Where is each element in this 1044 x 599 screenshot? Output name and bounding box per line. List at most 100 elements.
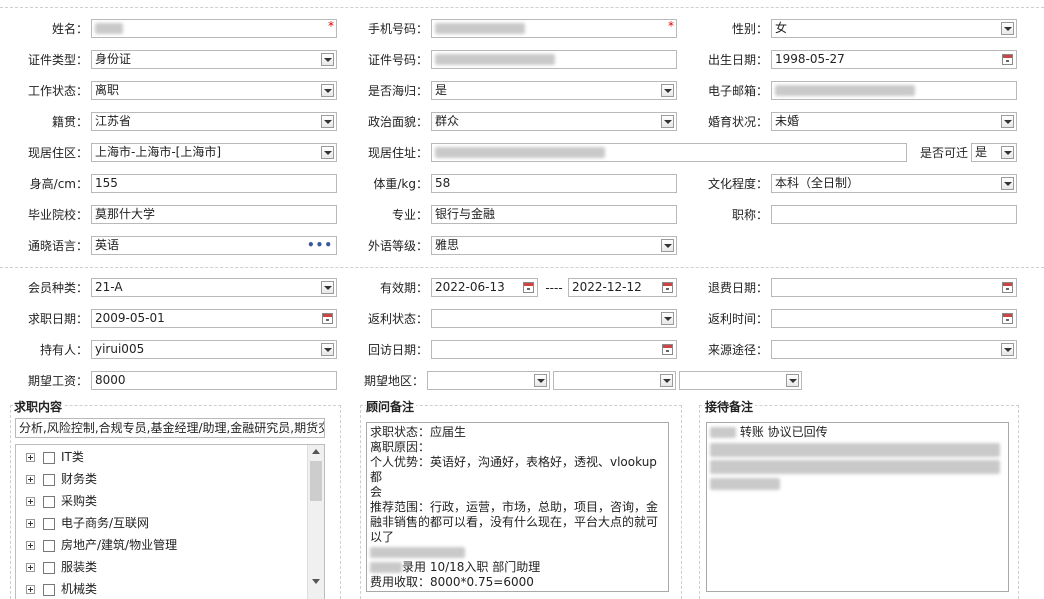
height-input[interactable]: 155 [91, 174, 337, 193]
expand-icon[interactable] [26, 563, 35, 572]
checkbox[interactable] [43, 561, 55, 574]
id-number-input[interactable] [431, 50, 677, 69]
calendar-icon[interactable] [1002, 313, 1013, 324]
email-input[interactable] [771, 81, 1017, 100]
overseas-label: 是否海归： [367, 84, 428, 98]
consultant-notes-textarea[interactable]: 求职状态：应届生 离职原因： 个人优势：英语好，沟通好，表格好，透视、vlook… [366, 422, 669, 592]
phone-input[interactable]: * [431, 19, 677, 38]
language-input[interactable]: 英语 ••• [91, 236, 337, 255]
checkbox[interactable] [43, 539, 55, 552]
member-type-select[interactable]: 21-A [91, 278, 337, 297]
expand-icon[interactable] [26, 541, 35, 550]
reception-notes-textarea[interactable]: 转账 协议已回传 [706, 422, 1009, 592]
checkbox[interactable] [43, 583, 55, 596]
school-input[interactable]: 莫那什大学 [91, 205, 337, 224]
tree-scrollbar[interactable] [307, 445, 324, 599]
chevron-down-icon[interactable] [321, 115, 334, 128]
relocatable-select[interactable]: 是 [971, 143, 1017, 162]
more-icon[interactable]: ••• [307, 237, 333, 254]
expand-icon[interactable] [26, 519, 35, 528]
expected-area-province-select[interactable] [427, 371, 550, 390]
language-level-select[interactable]: 雅思 [431, 236, 677, 255]
native-place-select[interactable]: 江苏省 [91, 112, 337, 131]
checkbox[interactable] [43, 473, 55, 486]
expand-icon[interactable] [26, 497, 35, 506]
note-line: 录用 10/18入职 部门助理 [370, 560, 665, 575]
calendar-icon[interactable] [662, 282, 673, 293]
tree-item-label: 房地产/建筑/物业管理 [61, 538, 178, 552]
calendar-icon[interactable] [322, 313, 333, 324]
current-address-input[interactable] [431, 143, 907, 162]
expected-area-district-select[interactable] [679, 371, 802, 390]
tree-item-ecommerce[interactable]: 电子商务/互联网 [26, 513, 149, 533]
current-area-select[interactable]: 上海市-上海市-[上海市] [91, 143, 337, 162]
scroll-down-icon[interactable] [312, 579, 320, 584]
source-select[interactable] [771, 340, 1017, 359]
tree-item-finance[interactable]: 财务类 [26, 469, 97, 489]
chevron-down-icon[interactable] [321, 53, 334, 66]
chevron-down-icon[interactable] [1001, 343, 1014, 356]
validity-start-input[interactable]: 2022-06-13 [431, 278, 538, 297]
source-label: 来源途径： [707, 343, 768, 357]
overseas-select[interactable]: 是 [431, 81, 677, 100]
chevron-down-icon[interactable] [321, 84, 334, 97]
checkbox[interactable] [43, 495, 55, 508]
chevron-down-icon[interactable] [321, 146, 334, 159]
tree-item-purchasing[interactable]: 采购类 [26, 491, 97, 511]
title-input[interactable] [771, 205, 1017, 224]
chevron-down-icon[interactable] [661, 115, 674, 128]
tree-item-machinery[interactable]: 机械类 [26, 579, 97, 599]
chevron-down-icon[interactable] [661, 312, 674, 325]
work-status-select[interactable]: 离职 [91, 81, 337, 100]
chevron-down-icon[interactable] [321, 281, 334, 294]
checkbox[interactable] [43, 517, 55, 530]
calendar-icon[interactable] [1002, 54, 1013, 65]
gender-select[interactable]: 女 [771, 19, 1017, 38]
tree-item-apparel[interactable]: 服装类 [26, 557, 97, 577]
weight-input[interactable]: 58 [431, 174, 677, 193]
expected-area-city-select[interactable] [553, 371, 676, 390]
holder-select[interactable]: yirui005 [91, 340, 337, 359]
reception-note-line: 转账 协议已回传 [710, 425, 1005, 440]
expand-icon[interactable] [26, 585, 35, 594]
callback-date-input[interactable] [431, 340, 677, 359]
political-select[interactable]: 群众 [431, 112, 677, 131]
birth-date-label: 出生日期： [707, 53, 768, 67]
marital-select[interactable]: 未婚 [771, 112, 1017, 131]
expand-icon[interactable] [26, 475, 35, 484]
chevron-down-icon[interactable] [660, 374, 673, 387]
expand-icon[interactable] [26, 453, 35, 462]
rebate-status-select[interactable] [431, 309, 677, 328]
marital-label: 婚育状况： [707, 115, 768, 129]
calendar-icon[interactable] [1002, 282, 1013, 293]
id-type-select[interactable]: 身份证 [91, 50, 337, 69]
chevron-down-icon[interactable] [1001, 22, 1014, 35]
name-input[interactable]: * [91, 19, 337, 38]
calendar-icon[interactable] [662, 344, 673, 355]
chevron-down-icon[interactable] [1001, 146, 1014, 159]
relocatable-label: 是否可迁 [919, 146, 968, 160]
chevron-down-icon[interactable] [1001, 115, 1014, 128]
tree-item-it[interactable]: IT类 [26, 447, 84, 467]
checkbox[interactable] [43, 451, 55, 464]
expected-salary-input[interactable]: 8000 [91, 371, 337, 390]
education-select[interactable]: 本科（全日制） [771, 174, 1017, 193]
major-input[interactable]: 银行与金融 [431, 205, 677, 224]
tree-item-realestate[interactable]: 房地产/建筑/物业管理 [26, 535, 177, 555]
chevron-down-icon[interactable] [661, 84, 674, 97]
job-content-input[interactable]: 分析,风险控制,合规专员,基金经理/助理,金融研究员,期货交 [15, 418, 325, 438]
scroll-up-icon[interactable] [312, 449, 320, 454]
chevron-down-icon[interactable] [1001, 177, 1014, 190]
validity-end-input[interactable]: 2022-12-12 [568, 278, 677, 297]
refund-date-input[interactable] [771, 278, 1017, 297]
chevron-down-icon[interactable] [321, 343, 334, 356]
calendar-icon[interactable] [523, 282, 534, 293]
chevron-down-icon[interactable] [786, 374, 799, 387]
chevron-down-icon[interactable] [534, 374, 547, 387]
scroll-thumb[interactable] [310, 461, 322, 501]
rebate-time-input[interactable] [771, 309, 1017, 328]
chevron-down-icon[interactable] [661, 239, 674, 252]
birth-date-input[interactable]: 1998-05-27 [771, 50, 1017, 69]
language-level-label: 外语等级： [367, 239, 428, 253]
job-search-date-input[interactable]: 2009-05-01 [91, 309, 337, 328]
